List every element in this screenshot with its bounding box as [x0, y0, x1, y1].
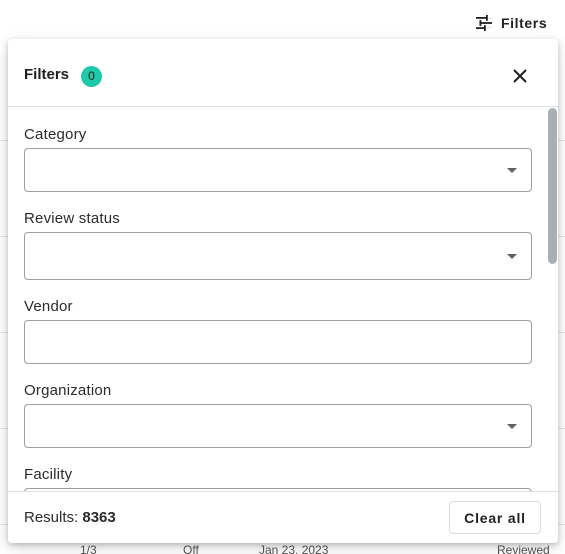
- category-select[interactable]: [24, 148, 532, 192]
- vendor-label: Vendor: [24, 298, 73, 315]
- results-summary: Results: 8363: [24, 509, 116, 526]
- panel-footer: Results: 8363 Clear all: [8, 491, 558, 543]
- results-label: Results:: [24, 509, 79, 526]
- table-cell: Jan 23, 2023: [259, 543, 329, 554]
- close-button[interactable]: [508, 64, 532, 88]
- panel-body[interactable]: Category Review status Vendor Organizati…: [8, 108, 548, 492]
- results-count: 8363: [82, 509, 116, 526]
- close-icon: [513, 69, 527, 83]
- review-status-select[interactable]: [24, 232, 532, 280]
- table-cell: Reviewed: [497, 543, 550, 554]
- review-status-label: Review status: [24, 210, 120, 227]
- dropdown-arrow-icon: [507, 168, 517, 173]
- category-label: Category: [24, 126, 87, 143]
- panel-title: Filters: [24, 66, 70, 83]
- scrollbar-thumb[interactable]: [548, 108, 557, 264]
- dropdown-arrow-icon: [507, 424, 517, 429]
- active-filter-count-badge: 0: [81, 66, 102, 87]
- filters-button[interactable]: Filters: [475, 12, 547, 34]
- vendor-input[interactable]: [24, 320, 532, 364]
- dropdown-arrow-icon: [507, 254, 517, 259]
- page: 1/3 Off Jan 23, 2023 Reviewed Filters Fi…: [0, 0, 565, 554]
- panel-header: Filters 0: [8, 39, 558, 107]
- tune-icon: [475, 15, 493, 31]
- clear-all-button[interactable]: Clear all: [449, 501, 541, 534]
- organization-label: Organization: [24, 382, 112, 399]
- facility-label: Facility: [24, 466, 73, 483]
- table-cell: Off: [183, 543, 199, 554]
- filters-button-label: Filters: [501, 15, 548, 31]
- table-cell: 1/3: [80, 543, 97, 554]
- organization-select[interactable]: [24, 404, 532, 448]
- filters-panel: Filters 0 Category Review status Vendor: [8, 39, 558, 543]
